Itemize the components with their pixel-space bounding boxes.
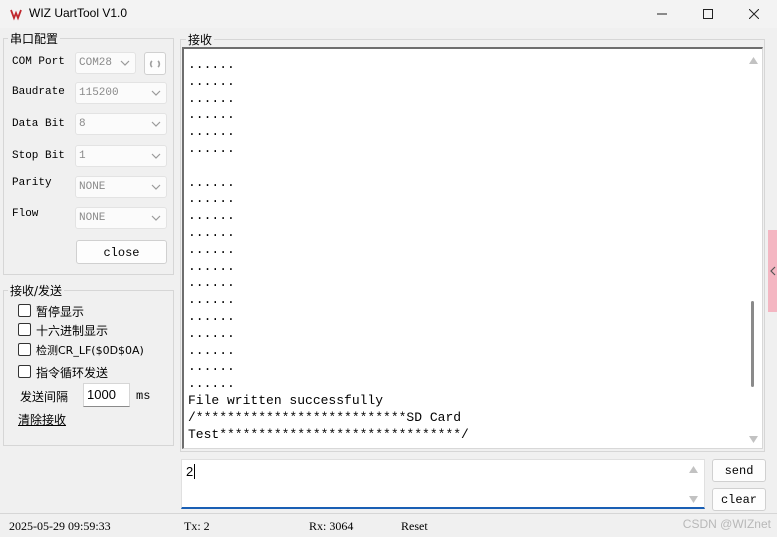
com-port-value: COM28 <box>79 57 113 69</box>
receive-line: ...... <box>188 208 235 224</box>
status-reset[interactable]: Reset <box>401 519 428 534</box>
receive-line: ...... <box>188 342 235 358</box>
chevron-down-icon <box>151 121 161 127</box>
receive-line: ...... <box>188 57 235 72</box>
close-icon <box>749 9 759 19</box>
send-interval-unit: ms <box>136 389 151 403</box>
minimize-icon <box>657 13 667 15</box>
receive-line: ...... <box>188 308 235 324</box>
loop-send-checkbox[interactable] <box>18 365 31 378</box>
receive-scrollbar[interactable] <box>746 49 762 448</box>
parity-label: Parity <box>12 177 52 189</box>
chevron-down-icon <box>151 184 161 190</box>
stopbit-label: Stop Bit <box>12 150 65 162</box>
receive-line: ...... <box>188 191 235 207</box>
refresh-ports-button[interactable] <box>144 52 166 75</box>
chevron-down-icon <box>151 90 161 96</box>
flow-select[interactable]: NONE <box>75 207 167 229</box>
receive-line: Test*******************************/ <box>188 426 469 442</box>
receive-line: ...... <box>188 241 235 257</box>
receive-line: ...... <box>188 275 235 291</box>
receive-title: 接收 <box>186 31 215 48</box>
databit-label: Data Bit <box>12 118 65 130</box>
clear-send-button[interactable]: clear <box>712 488 766 511</box>
clear-receive-link[interactable]: 清除接收 <box>18 411 66 428</box>
scroll-down-icon[interactable] <box>689 496 698 503</box>
app-logo-icon <box>10 9 22 21</box>
flow-value: NONE <box>79 212 106 224</box>
receive-line: ...... <box>188 107 235 123</box>
receive-text-area[interactable]: .................................... ...… <box>182 47 763 449</box>
parity-select[interactable]: NONE <box>75 176 167 198</box>
rxtx-options-title: 接收/发送 <box>8 282 65 299</box>
databit-select[interactable]: 8 <box>75 113 167 135</box>
hex-display-checkbox[interactable] <box>18 323 31 336</box>
receive-line: ...... <box>188 359 235 375</box>
chevron-down-icon <box>120 60 130 66</box>
detect-crlf-checkbox[interactable] <box>18 343 31 356</box>
chevron-down-icon <box>151 153 161 159</box>
maximize-button[interactable] <box>685 0 731 28</box>
loop-send-label: 指令循环发送 <box>36 366 109 380</box>
com-port-label: COM Port <box>12 56 65 68</box>
stopbit-select[interactable]: 1 <box>75 145 167 167</box>
status-bar: 2025-05-29 09:59:33 Tx: 2 Rx: 3064 Reset… <box>0 513 777 537</box>
side-panel-tab[interactable] <box>768 230 777 312</box>
stopbit-value: 1 <box>79 150 86 162</box>
receive-line: ...... <box>188 174 235 190</box>
send-interval-input[interactable]: 1000 <box>83 383 130 407</box>
maximize-icon <box>703 9 713 19</box>
receive-log: .................................... ...… <box>188 57 469 443</box>
send-input-text: 2 <box>186 464 196 479</box>
send-input-area[interactable]: 2 <box>181 459 705 509</box>
receive-line: ...... <box>188 90 235 106</box>
receive-line: ...... <box>188 224 235 240</box>
status-tx-count: Tx: 2 <box>184 519 210 533</box>
close-window-button[interactable] <box>731 0 777 28</box>
scroll-up-icon <box>749 57 758 64</box>
receive-line: ...... <box>188 124 235 140</box>
receive-line: ...... <box>188 325 235 341</box>
status-rx-count: Rx: 3064 <box>309 519 354 533</box>
send-button[interactable]: send <box>712 459 766 482</box>
flow-label: Flow <box>12 208 39 220</box>
close-port-button[interactable]: close <box>76 240 167 264</box>
serial-config-title: 串口配置 <box>8 30 61 47</box>
receive-line: ...... <box>188 258 235 274</box>
chevron-left-icon <box>770 266 776 276</box>
refresh-icon <box>149 60 161 68</box>
receive-line: ...... <box>188 140 235 156</box>
com-port-select[interactable]: COM28 <box>75 52 136 74</box>
pause-display-checkbox[interactable] <box>18 304 31 317</box>
scroll-up-icon[interactable] <box>689 466 698 473</box>
detect-crlf-label: 检测CR_LF($0D$0A) <box>36 344 144 357</box>
scroll-down-icon <box>749 436 758 443</box>
baudrate-select[interactable]: 115200 <box>75 82 167 104</box>
window-title: WIZ UartTool V1.0 <box>29 6 128 20</box>
baudrate-label: Baudrate <box>12 86 65 98</box>
hex-display-label: 十六进制显示 <box>36 324 109 338</box>
receive-line: ...... <box>188 292 235 308</box>
pause-display-label: 暂停显示 <box>36 305 85 319</box>
databit-value: 8 <box>79 118 86 130</box>
baudrate-value: 115200 <box>79 87 119 99</box>
minimize-button[interactable] <box>639 0 685 28</box>
receive-scrollbar-thumb[interactable] <box>751 301 754 387</box>
receive-line: ...... <box>188 376 235 392</box>
receive-line: /***************************SD Card <box>188 409 462 425</box>
watermark: CSDN @WIZnet <box>682 517 771 531</box>
send-interval-label: 发送间隔 <box>20 390 69 404</box>
receive-line: ...... <box>188 73 235 89</box>
receive-line: File written successfully <box>188 392 384 408</box>
status-datetime: 2025-05-29 09:59:33 <box>9 519 111 533</box>
parity-value: NONE <box>79 181 106 193</box>
receive-line <box>188 158 469 175</box>
chevron-down-icon <box>151 215 161 221</box>
title-bar: WIZ UartTool V1.0 <box>0 0 777 28</box>
